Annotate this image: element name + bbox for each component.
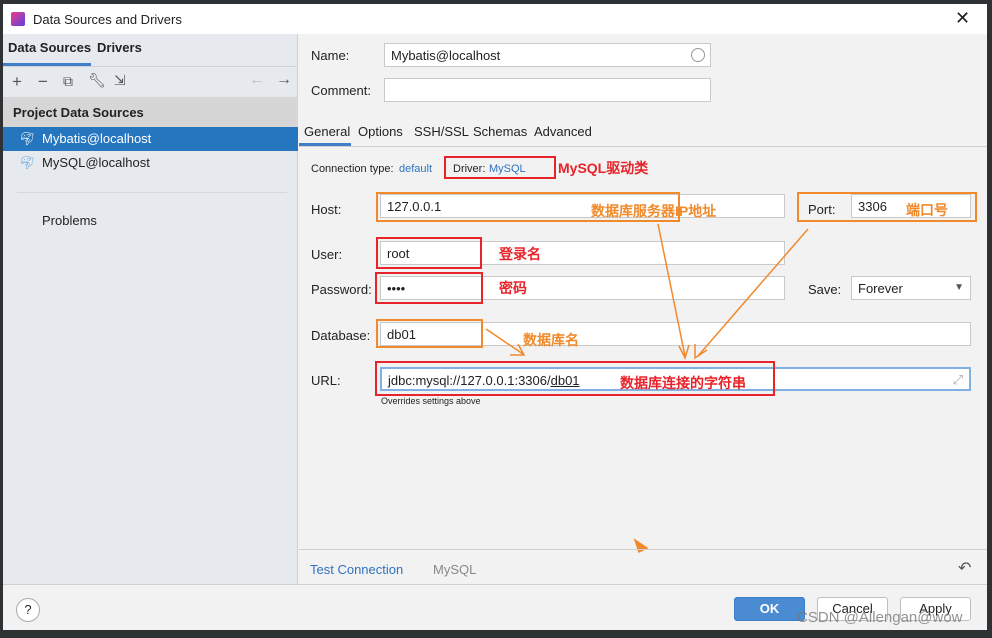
test-connection-link[interactable]: Test Connection	[310, 562, 403, 577]
driver-footer-label: MySQL	[433, 562, 477, 577]
revert-icon[interactable]: ↶	[958, 558, 971, 578]
watermark: CSDN @Allengan@wow	[797, 609, 963, 626]
ok-button[interactable]: OK	[734, 597, 805, 621]
annotation-arrows	[485, 223, 809, 554]
dialog-window: Data Sources and Drivers ✕ Data Sources …	[3, 4, 987, 630]
help-button[interactable]: ?	[16, 598, 40, 622]
